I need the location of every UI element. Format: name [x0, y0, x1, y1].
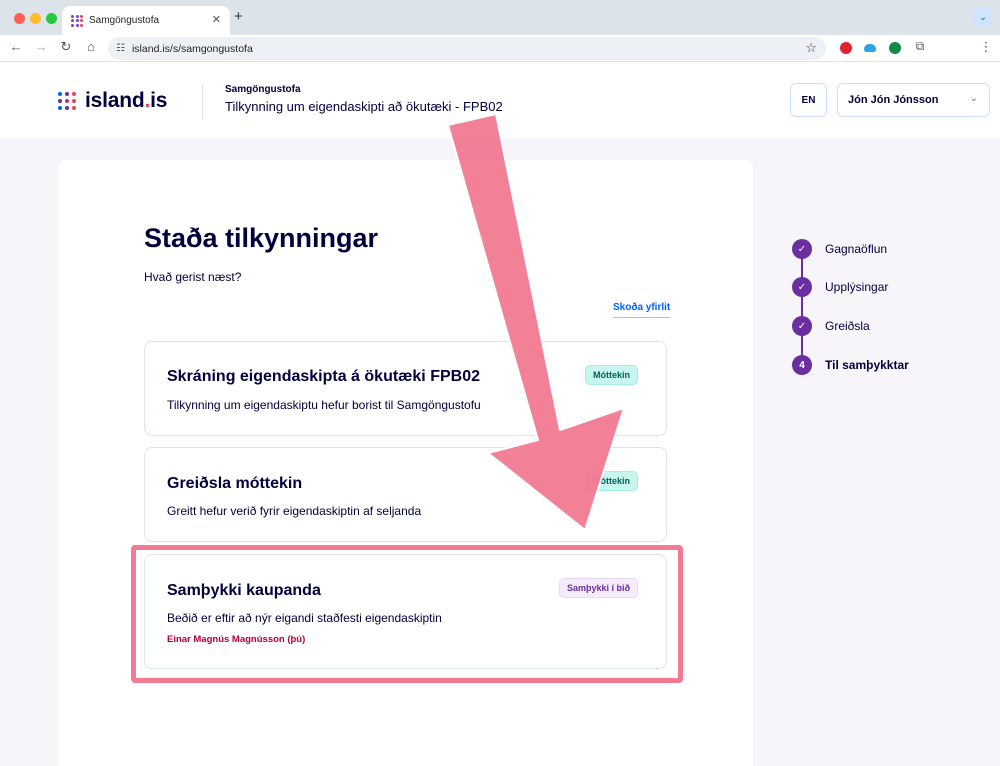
logo-text: island.is — [85, 89, 168, 112]
step-connector-line — [801, 258, 803, 362]
opera-extension-icon[interactable] — [840, 42, 852, 54]
step-label: Gagnaöflun — [825, 242, 888, 256]
status-card-registration: Skráning eigendaskipta á ökutæki FPB02 T… — [144, 341, 667, 436]
organization-name: Samgöngustofa — [225, 84, 301, 95]
page-title: Staða tilkynningar — [144, 223, 379, 253]
browser-menu-icon[interactable]: ⋮ — [978, 39, 994, 55]
window-close-icon[interactable] — [14, 13, 25, 24]
bookmark-star-icon[interactable]: ☆ — [805, 40, 817, 56]
step-data-collection[interactable]: ✓ Gagnaöflun — [792, 239, 887, 259]
header-divider — [202, 84, 203, 120]
back-icon[interactable]: ← — [8, 39, 24, 54]
extensions-puzzle-icon[interactable]: ⧉ — [912, 39, 928, 54]
check-icon: ✓ — [792, 277, 812, 297]
application-title: Tilkynning um eigendaskipti að ökutæki -… — [225, 99, 503, 114]
grammar-extension-icon[interactable] — [889, 42, 901, 54]
step-number-badge: 4 — [792, 355, 812, 375]
language-toggle-button[interactable]: EN — [790, 83, 827, 117]
status-badge: Móttekin — [585, 471, 638, 491]
check-icon: ✓ — [792, 316, 812, 336]
reload-icon[interactable]: ↻ — [58, 39, 74, 55]
chevron-down-icon: ⌄ — [969, 93, 978, 104]
window-minimize-icon[interactable] — [30, 13, 41, 24]
step-label: Greiðsla — [825, 319, 870, 333]
island-favicon-icon — [71, 14, 83, 27]
site-header: island.is Samgöngustofa Tilkynning um ei… — [0, 62, 1000, 138]
status-badge: Móttekin — [585, 365, 638, 385]
browser-tab[interactable]: Samgöngustofa ✕ — [62, 6, 230, 35]
forward-icon[interactable]: → — [33, 39, 49, 54]
address-bar[interactable]: ☷ island.is/s/samgongustofa ☆ — [108, 37, 826, 60]
step-label: Upplýsingar — [825, 280, 889, 294]
view-overview-link[interactable]: Skoða yfirlit — [613, 302, 671, 318]
status-card-payment: Greiðsla móttekin Greitt hefur verið fyr… — [144, 447, 667, 542]
card-title: Skráning eigendaskipta á ökutæki FPB02 — [167, 368, 480, 385]
browser-tab-strip: Samgöngustofa ✕ + ⌄ — [0, 0, 1000, 35]
cloud-extension-icon[interactable] — [864, 44, 876, 52]
tab-search-icon[interactable]: ⌄ — [974, 8, 992, 26]
annotation-highlight-box — [131, 545, 683, 683]
step-for-approval[interactable]: 4 Til samþykktar — [792, 355, 909, 375]
step-information[interactable]: ✓ Upplýsingar — [792, 277, 888, 297]
logo-dots-icon — [58, 92, 76, 110]
new-tab-button[interactable]: + — [234, 8, 243, 25]
step-payment[interactable]: ✓ Greiðsla — [792, 316, 870, 336]
card-description: Tilkynning um eigendaskiptu hefur borist… — [167, 398, 481, 412]
user-menu-button[interactable]: Jón Jón Jónsson ⌄ — [837, 83, 990, 117]
page-subtitle: Hvað gerist næst? — [144, 270, 242, 284]
tab-close-icon[interactable]: ✕ — [212, 13, 221, 26]
url-text: island.is/s/samgongustofa — [131, 42, 253, 55]
user-name: Jón Jón Jónsson — [848, 94, 939, 106]
check-icon: ✓ — [792, 239, 812, 259]
browser-tab-title: Samgöngustofa — [89, 15, 160, 26]
card-title: Greiðsla móttekin — [167, 475, 303, 492]
home-icon[interactable]: ⌂ — [83, 39, 99, 54]
browser-toolbar: ← → ↻ ⌂ ☷ island.is/s/samgongustofa ☆ ⧉ … — [0, 35, 1000, 62]
site-info-icon[interactable]: ☷ — [116, 43, 125, 54]
card-description: Greitt hefur verið fyrir eigendaskiptin … — [167, 504, 422, 518]
island-logo[interactable]: island.is — [58, 89, 167, 113]
window-maximize-icon[interactable] — [46, 13, 57, 24]
step-label: Til samþykktar — [825, 358, 909, 372]
